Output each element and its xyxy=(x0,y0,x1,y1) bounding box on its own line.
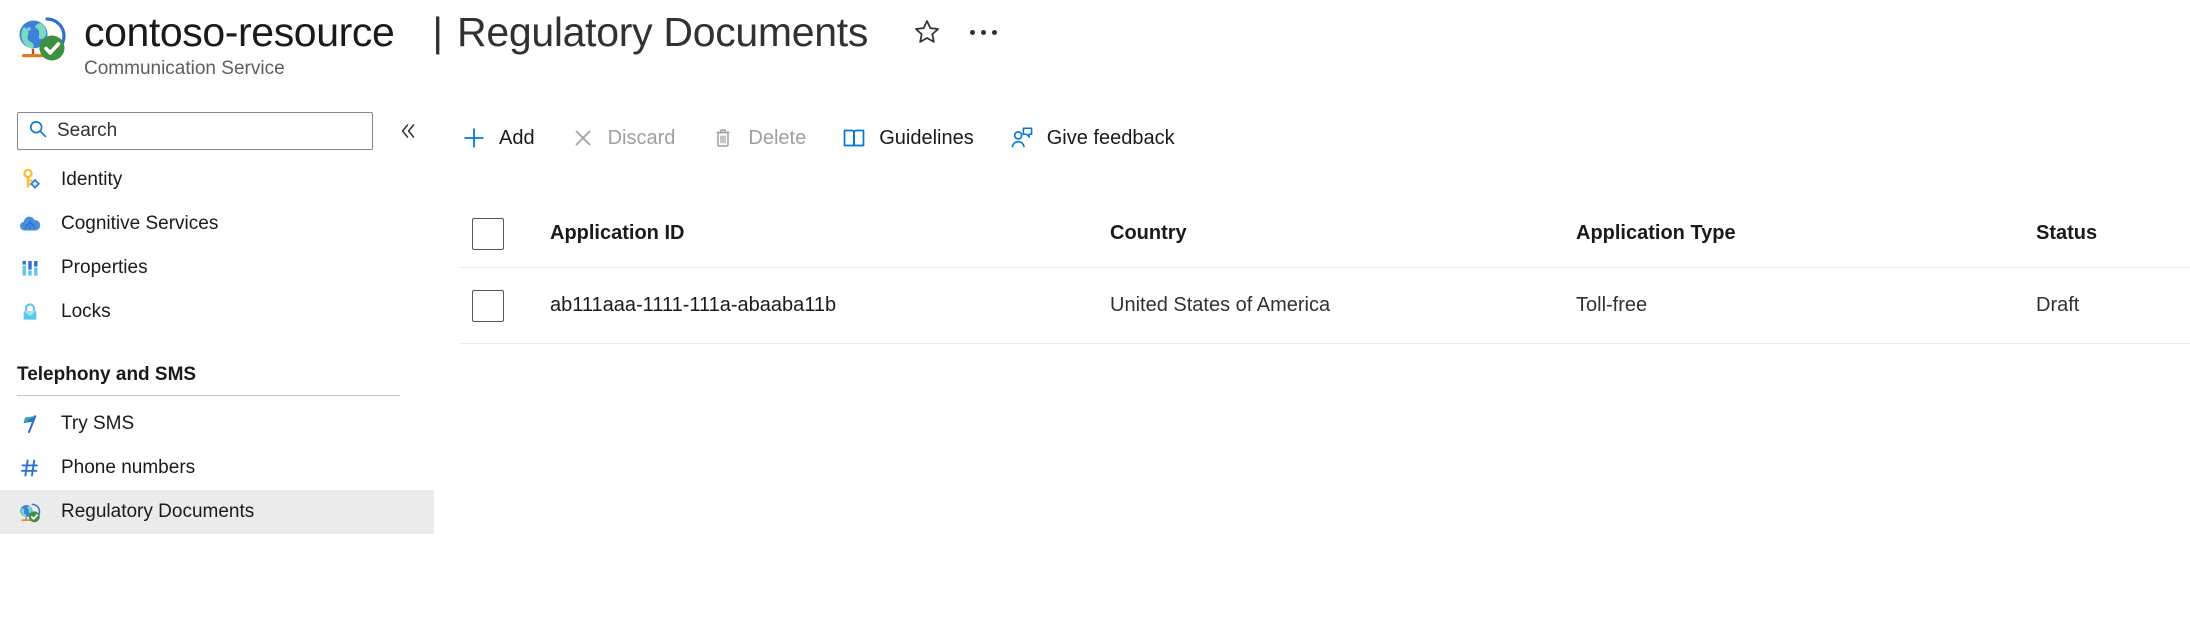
sidebar: Identity xyxy=(0,100,440,628)
delete-label: Delete xyxy=(748,126,807,149)
give-feedback-label: Give feedback xyxy=(1046,126,1175,149)
sidebar-item-label: Phone numbers xyxy=(61,457,196,478)
sidebar-item-properties[interactable]: Properties xyxy=(0,246,434,290)
sidebar-item-label: Locks xyxy=(61,301,111,322)
sidebar-item-label: Properties xyxy=(61,257,148,278)
ellipsis-dot xyxy=(991,29,997,35)
azure-portal-blade: contoso-resource | Regulatory Documents … xyxy=(0,0,2190,628)
discard-button[interactable]: Discard xyxy=(569,118,676,158)
book-icon xyxy=(840,124,868,152)
guidelines-label: Guidelines xyxy=(879,126,974,149)
resource-type-label: Communication Service xyxy=(84,58,285,79)
add-label: Add xyxy=(499,126,535,149)
cell-status: Draft xyxy=(2036,294,2080,316)
row-checkbox[interactable] xyxy=(472,289,504,322)
give-feedback-button[interactable]: Give feedback xyxy=(1008,118,1175,158)
blade-title-row: contoso-resource | Regulatory Documents xyxy=(84,8,1000,56)
globe-check-icon xyxy=(14,12,72,64)
sidebar-item-locks[interactable]: Locks xyxy=(0,290,434,334)
cell-country: United States of America xyxy=(1110,294,1331,316)
cross-icon xyxy=(569,124,597,152)
delete-button[interactable]: Delete xyxy=(709,118,806,158)
sidebar-item-label: Cognitive Services xyxy=(61,213,219,234)
add-button[interactable]: Add xyxy=(460,118,535,158)
search-icon xyxy=(28,119,48,144)
feedback-person-icon xyxy=(1008,124,1036,152)
lock-icon xyxy=(17,299,43,325)
sidebar-item-regulatory-documents[interactable]: Regulatory Documents xyxy=(0,490,434,534)
trash-icon xyxy=(709,124,737,152)
blade-header: contoso-resource | Regulatory Documents … xyxy=(0,0,2190,100)
sidebar-group-divider xyxy=(17,395,400,396)
sidebar-item-identity[interactable]: Identity xyxy=(0,158,434,202)
column-header-status[interactable]: Status xyxy=(2036,222,2190,245)
sidebar-group-title: Telephony and SMS xyxy=(17,364,197,385)
hash-icon xyxy=(17,455,43,481)
sidebar-group-telephony: Telephony and SMS Try SMS Phone numbers … xyxy=(0,364,440,534)
cloud-icon xyxy=(17,211,43,237)
row-select-cell xyxy=(460,289,550,322)
ellipsis-dot xyxy=(980,29,986,35)
discard-label: Discard xyxy=(607,126,676,149)
key-icon xyxy=(17,167,43,193)
page-title: Regulatory Documents xyxy=(457,9,869,55)
command-bar: Add Discard Delete Guidelines Give feedb… xyxy=(460,118,1209,158)
sidebar-nav: Identity Cognitive Services Properties L… xyxy=(0,158,440,534)
guidelines-button[interactable]: Guidelines xyxy=(840,118,974,158)
search-box[interactable] xyxy=(17,112,373,150)
double-chevron-left-icon[interactable] xyxy=(393,116,423,146)
sidebar-item-cognitive-services[interactable]: Cognitive Services xyxy=(0,202,434,246)
column-header-application-type[interactable]: Application Type xyxy=(1576,222,2036,245)
regulatory-documents-table: Application ID Country Application Type … xyxy=(460,200,2190,344)
resource-name: contoso-resource xyxy=(84,9,395,55)
title-separator: | xyxy=(432,9,444,55)
globe-check-icon xyxy=(17,499,43,525)
select-all-cell xyxy=(460,217,550,250)
select-all-checkbox[interactable] xyxy=(472,217,504,250)
column-header-country[interactable]: Country xyxy=(1110,222,1576,245)
plus-icon xyxy=(460,124,488,152)
table-header-row: Application ID Country Application Type … xyxy=(460,200,2190,268)
search-input[interactable] xyxy=(57,120,362,142)
table-row[interactable]: ab111aaa-1111-111a-abaaba11b United Stat… xyxy=(460,268,2190,344)
cell-application-type: Toll-free xyxy=(1576,294,1648,316)
sidebar-item-label: Regulatory Documents xyxy=(61,501,255,522)
sidebar-item-phone-numbers[interactable]: Phone numbers xyxy=(0,446,434,490)
cell-application-id: ab111aaa-1111-111a-abaaba11b xyxy=(550,294,837,316)
ellipsis-dot xyxy=(969,29,975,35)
sidebar-item-label: Try SMS xyxy=(61,413,135,434)
sidebar-search-row xyxy=(17,112,423,150)
sidebar-item-try-sms[interactable]: Try SMS xyxy=(0,402,434,446)
ellipsis-icon[interactable] xyxy=(966,17,1000,47)
star-icon[interactable] xyxy=(910,15,944,49)
column-header-application-id[interactable]: Application ID xyxy=(550,222,1110,245)
flag-icon xyxy=(17,411,43,437)
properties-bars-icon xyxy=(17,255,43,281)
sidebar-item-label: Identity xyxy=(61,169,123,190)
